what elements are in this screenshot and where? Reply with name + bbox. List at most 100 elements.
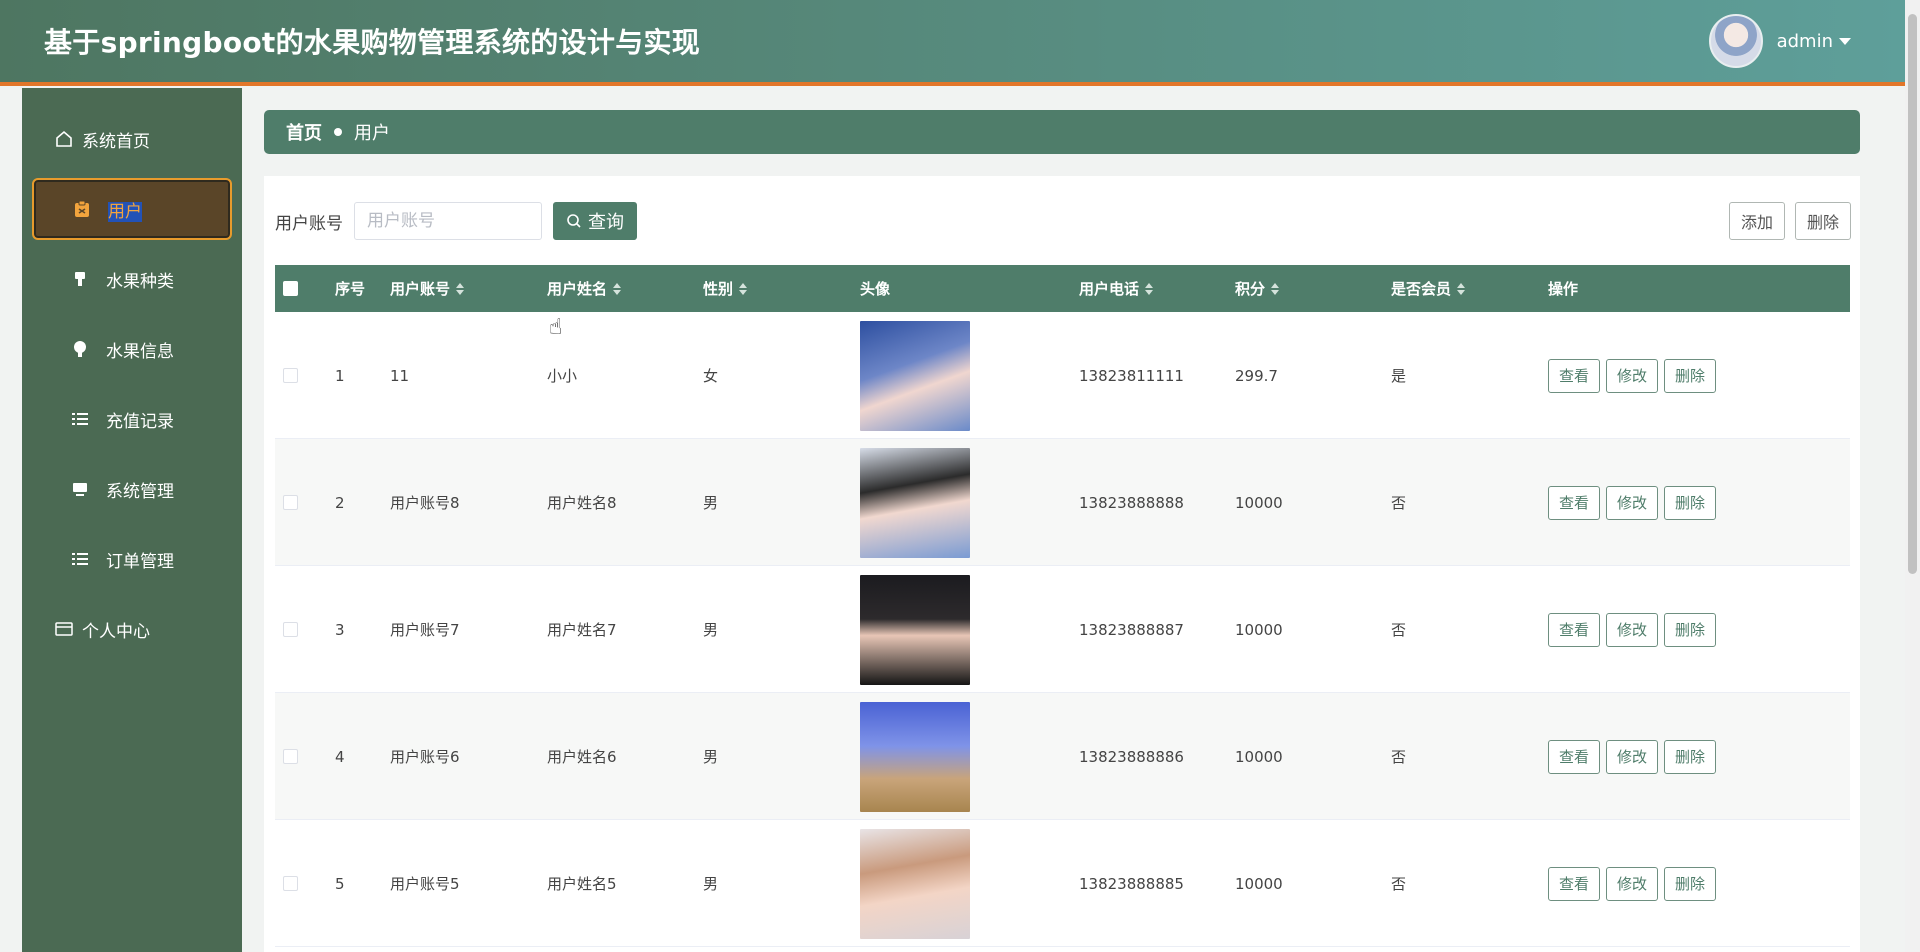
view-button[interactable]: 查看 [1548, 485, 1601, 520]
cell-phone: 13823811111 [1079, 366, 1184, 385]
cell-index: 1 [335, 366, 345, 385]
avatar[interactable] [1708, 14, 1763, 68]
sidebar-item-fruit-info[interactable]: 水果信息 [32, 318, 232, 380]
select-all-checkbox[interactable] [283, 265, 298, 312]
delete-button[interactable]: 删除 [1664, 485, 1717, 520]
cell-points: 10000 [1235, 747, 1283, 766]
delete-button[interactable]: 删除 [1664, 612, 1717, 647]
content-panel: 用户账号 查询 添加 删除 序号 用户账号 用户姓名 性别 头像 用户电话 积分… [264, 176, 1860, 952]
cell-index: 3 [335, 620, 345, 639]
header-member[interactable]: 是否会员 [1391, 265, 1466, 312]
edit-button[interactable]: 修改 [1606, 485, 1659, 520]
row-checkbox[interactable] [283, 312, 298, 439]
sidebar-item-home[interactable]: 系统首页 [32, 108, 232, 170]
sidebar-item-order-management[interactable]: 订单管理 [32, 528, 232, 590]
sidebar-item-users[interactable]: 用户 [32, 178, 232, 240]
row-checkbox[interactable] [283, 439, 298, 566]
user-menu[interactable]: admin [1708, 14, 1851, 68]
header-points[interactable]: 积分 [1235, 265, 1280, 312]
top-header: 基于springboot的水果购物管理系统的设计与实现 admin [0, 0, 1905, 86]
cell-phone: 13823888888 [1079, 493, 1184, 512]
search-label: 用户账号 [275, 213, 343, 234]
cell-avatar [860, 820, 970, 947]
sort-icon [456, 282, 465, 295]
header-phone[interactable]: 用户电话 [1079, 265, 1154, 312]
user-avatar-image [860, 574, 970, 685]
table-row: 4 用户账号6 用户姓名6 男 13823888886 10000 否 查看 修… [275, 693, 1850, 820]
edit-button[interactable]: 修改 [1606, 739, 1659, 774]
cell-account: 11 [390, 366, 410, 385]
cell-account: 用户账号8 [390, 494, 460, 512]
cell-name: 用户姓名7 [547, 621, 617, 639]
cell-member: 是 [1391, 367, 1407, 385]
view-button[interactable]: 查看 [1548, 358, 1601, 393]
edit-button[interactable]: 修改 [1606, 612, 1659, 647]
header-index: 序号 [335, 280, 366, 298]
table-row: 3 用户账号7 用户姓名7 男 13823888887 10000 否 查看 修… [275, 566, 1850, 693]
cell-points: 10000 [1235, 493, 1283, 512]
view-button[interactable]: 查看 [1548, 739, 1601, 774]
view-button[interactable]: 查看 [1548, 612, 1601, 647]
row-checkbox[interactable] [283, 820, 298, 947]
cell-phone: 13823888887 [1079, 620, 1184, 639]
header-gender[interactable]: 性别 [703, 265, 748, 312]
cell-gender: 男 [703, 748, 719, 766]
user-avatar-image [860, 447, 970, 558]
cell-avatar [860, 439, 970, 566]
breadcrumb: 首页 用户 [264, 110, 1860, 154]
sidebar-item-fruit-category[interactable]: 水果种类 [32, 248, 232, 310]
header-account[interactable]: 用户账号 [390, 265, 465, 312]
app-title: 基于springboot的水果购物管理系统的设计与实现 [44, 26, 701, 59]
users-table: 序号 用户账号 用户姓名 性别 头像 用户电话 积分 是否会员 操作 1 11 … [275, 265, 1850, 947]
view-button[interactable]: 查看 [1548, 866, 1601, 901]
sidebar-item-label: 系统管理 [106, 481, 174, 502]
username-dropdown[interactable]: admin [1777, 31, 1851, 52]
cell-actions: 查看 修改 删除 [1548, 439, 1722, 566]
cell-avatar [860, 566, 970, 693]
header-actions: 操作 [1548, 280, 1579, 298]
cell-gender: 女 [703, 367, 719, 385]
header-name[interactable]: 用户姓名 [547, 265, 622, 312]
card-icon [54, 619, 74, 639]
batch-delete-button[interactable]: 删除 [1794, 202, 1851, 240]
cell-account: 用户账号5 [390, 875, 460, 893]
cell-actions: 查看 修改 删除 [1548, 312, 1722, 439]
list-icon [70, 549, 90, 569]
query-button-label: 查询 [588, 212, 624, 233]
cell-avatar [860, 693, 970, 820]
cell-gender: 男 [703, 875, 719, 893]
breadcrumb-home[interactable]: 首页 [286, 119, 322, 145]
chevron-down-icon [1839, 37, 1851, 45]
sidebar-item-label: 充值记录 [106, 411, 174, 432]
row-checkbox[interactable] [283, 566, 298, 693]
sidebar-item-recharge-records[interactable]: 充值记录 [32, 388, 232, 450]
page-scrollbar[interactable] [1905, 0, 1920, 952]
delete-button[interactable]: 删除 [1664, 866, 1717, 901]
query-button[interactable]: 查询 [553, 202, 637, 240]
delete-button[interactable]: 删除 [1664, 358, 1717, 393]
sidebar-item-label: 水果信息 [106, 341, 174, 362]
table-header: 序号 用户账号 用户姓名 性别 头像 用户电话 积分 是否会员 操作 [275, 265, 1850, 312]
edit-button[interactable]: 修改 [1606, 866, 1659, 901]
search-input[interactable] [354, 202, 542, 240]
cell-actions: 查看 修改 删除 [1548, 566, 1722, 693]
row-checkbox[interactable] [283, 693, 298, 820]
sort-icon [613, 282, 622, 295]
cell-name: 用户姓名5 [547, 875, 617, 893]
sidebar-item-personal-center[interactable]: 个人中心 [32, 598, 232, 660]
cell-name: 用户姓名8 [547, 494, 617, 512]
brush-icon [70, 269, 90, 289]
delete-button[interactable]: 删除 [1664, 739, 1717, 774]
edit-button[interactable]: 修改 [1606, 358, 1659, 393]
user-avatar-image [860, 701, 970, 812]
add-button[interactable]: 添加 [1728, 202, 1785, 240]
cell-index: 2 [335, 493, 345, 512]
cell-gender: 男 [703, 621, 719, 639]
header-avatar: 头像 [860, 280, 891, 298]
breadcrumb-current: 用户 [354, 123, 390, 144]
search-icon [567, 214, 581, 228]
cell-index: 5 [335, 874, 345, 893]
sidebar-item-system-management[interactable]: 系统管理 [32, 458, 232, 520]
cell-gender: 男 [703, 494, 719, 512]
scrollbar-thumb[interactable] [1908, 14, 1917, 574]
